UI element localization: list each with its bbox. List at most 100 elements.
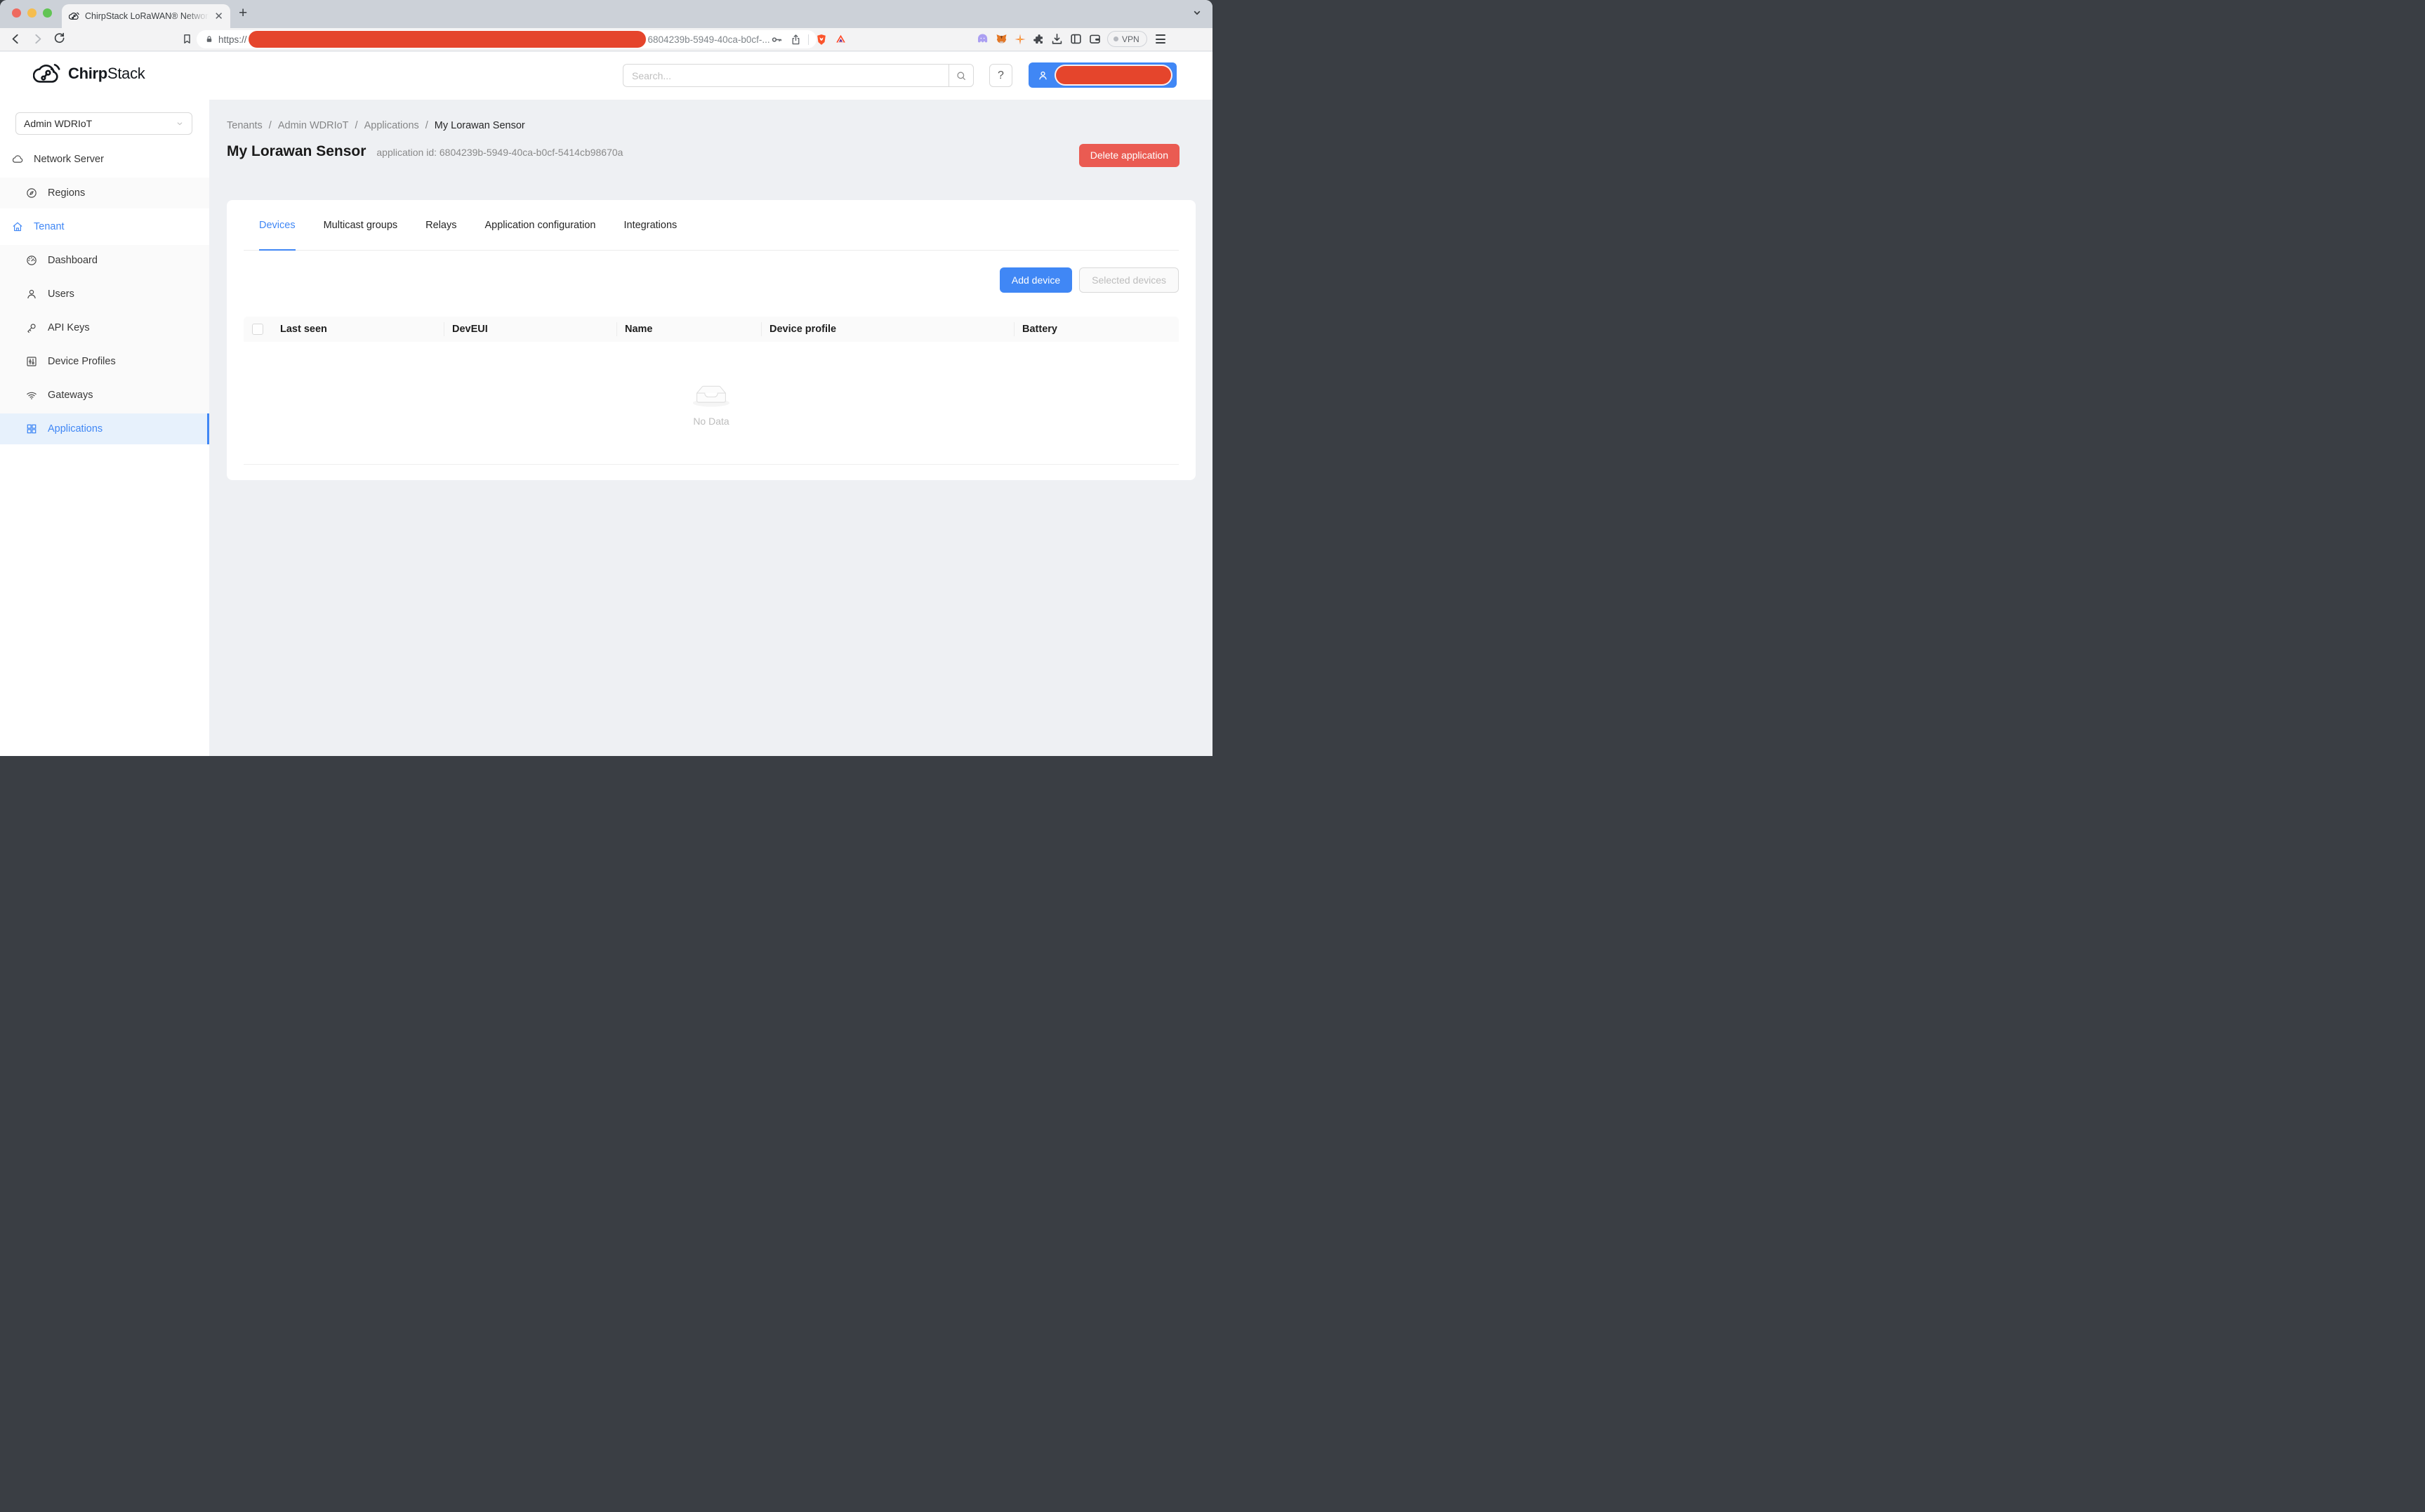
tab-search-chevron-icon[interactable]	[1191, 7, 1203, 18]
password-key-icon[interactable]	[770, 33, 784, 46]
sidebar-item-gateways[interactable]: Gateways	[0, 380, 209, 411]
application-card: Devices Multicast groups Relays Applicat…	[227, 200, 1196, 480]
sidebar-item-label: Users	[48, 289, 74, 300]
sidebar-item-label: Regions	[48, 187, 85, 199]
column-header-name: Name	[616, 317, 761, 342]
chevron-down-icon	[176, 119, 184, 128]
sidebar-item-label: Dashboard	[48, 255, 98, 266]
column-header-deveui: DevEUI	[444, 317, 616, 342]
tab-bar: Devices Multicast groups Relays Applicat…	[244, 200, 1179, 251]
app-header: ChirpStack ?	[0, 52, 1212, 100]
browser-tabstrip: ChirpStack LoRaWAN® Network ✕ +	[0, 0, 1212, 28]
tab-integrations[interactable]: Integrations	[623, 200, 677, 250]
window-minimize-button[interactable]	[27, 8, 37, 18]
key-icon	[25, 321, 38, 334]
breadcrumb-link-applications[interactable]: Applications	[364, 120, 419, 131]
new-tab-button[interactable]: +	[239, 6, 247, 20]
sidebar-menu: Network Server Regions Tenant	[0, 144, 209, 447]
sidebar: Admin WDRIoT Network Server Regions	[0, 100, 209, 756]
device-table-header: Last seen DevEUI Name Device profile Bat…	[244, 317, 1179, 342]
column-header-last-seen: Last seen	[272, 317, 444, 342]
search-button[interactable]	[949, 64, 974, 87]
brand-name: ChirpStack	[68, 65, 145, 83]
brave-wallet-icon[interactable]	[1088, 32, 1102, 46]
tenant-select-value: Admin WDRIoT	[24, 118, 92, 129]
tab-close-icon[interactable]: ✕	[214, 11, 223, 22]
phantom-extension-icon[interactable]	[976, 32, 989, 46]
user-icon	[1037, 69, 1049, 81]
omnibox-divider	[808, 34, 809, 45]
sidebar-panel-icon[interactable]	[1069, 32, 1083, 46]
bookmark-icon[interactable]	[181, 32, 193, 46]
breadcrumb-link-tenant[interactable]: Admin WDRIoT	[278, 120, 349, 131]
address-bar[interactable]: https:// 6804239b-5949-40ca-b0cf-...	[197, 30, 817, 48]
table-bottom-border	[244, 464, 1179, 465]
window-zoom-button[interactable]	[43, 8, 52, 18]
forward-button	[30, 32, 45, 46]
downloads-icon[interactable]	[1050, 32, 1064, 46]
tab-relays[interactable]: Relays	[425, 200, 456, 250]
tab-multicast-groups[interactable]: Multicast groups	[324, 200, 398, 250]
appstore-grid-icon	[25, 423, 38, 435]
user-icon	[25, 288, 38, 300]
selected-devices-button: Selected devices	[1079, 267, 1179, 293]
sidebar-item-tenant[interactable]: Tenant	[0, 211, 209, 242]
window-close-button[interactable]	[12, 8, 21, 18]
chirpstack-logo[interactable]: ChirpStack	[33, 63, 145, 84]
url-text: 6804239b-5949-40ca-b0cf-...	[648, 34, 770, 45]
empty-box-icon	[689, 380, 734, 409]
spark-extension-icon[interactable]	[1014, 33, 1026, 46]
sidebar-item-regions[interactable]: Regions	[0, 178, 209, 208]
tenant-submenu: Dashboard Users API Keys	[0, 245, 209, 444]
window-controls[interactable]	[12, 8, 52, 18]
tab-devices[interactable]: Devices	[259, 200, 296, 250]
network-server-submenu: Regions	[0, 178, 209, 208]
sidebar-item-label: API Keys	[48, 322, 90, 333]
back-button[interactable]	[8, 32, 23, 46]
sidebar-item-dashboard[interactable]: Dashboard	[0, 245, 209, 276]
home-icon	[11, 220, 24, 233]
browser-toolbar: https:// 6804239b-5949-40ca-b0cf-...	[0, 28, 1212, 51]
browser-tab[interactable]: ChirpStack LoRaWAN® Network ✕	[62, 4, 230, 28]
cloud-icon	[11, 153, 24, 166]
delete-application-button[interactable]: Delete application	[1079, 144, 1180, 167]
brave-vpn-button[interactable]: VPN	[1107, 31, 1147, 47]
chirpstack-cloud-icon	[33, 63, 62, 84]
no-data-text: No Data	[693, 416, 729, 427]
username-redaction-overlay	[1055, 65, 1172, 86]
share-icon[interactable]	[790, 33, 802, 46]
metamask-extension-icon[interactable]	[995, 32, 1008, 46]
page-title: My Lorawan Sensor	[227, 143, 366, 160]
extensions-puzzle-icon[interactable]	[1032, 33, 1045, 46]
breadcrumb-separator: /	[269, 120, 272, 131]
chirpstack-app: ChirpStack ? Admin WDRIoT	[0, 52, 1212, 756]
sidebar-item-label: Tenant	[34, 221, 65, 232]
search-input[interactable]	[623, 64, 949, 87]
tab-application-configuration[interactable]: Application configuration	[484, 200, 595, 250]
chirpstack-favicon-icon	[69, 12, 80, 20]
tenant-select[interactable]: Admin WDRIoT	[15, 112, 192, 135]
help-button[interactable]: ?	[989, 64, 1012, 87]
sidebar-item-device-profiles[interactable]: Device Profiles	[0, 346, 209, 377]
brave-shield-icon[interactable]	[815, 33, 828, 46]
select-all-checkbox[interactable]	[252, 324, 263, 335]
user-menu-button[interactable]	[1029, 62, 1177, 88]
table-actions: Add device Selected devices	[1000, 267, 1179, 293]
column-header-battery: Battery	[1014, 317, 1179, 342]
breadcrumb-link-tenants[interactable]: Tenants	[227, 120, 263, 131]
sidebar-item-network-server[interactable]: Network Server	[0, 144, 209, 175]
lock-icon[interactable]	[205, 34, 213, 44]
sidebar-item-label: Device Profiles	[48, 356, 116, 367]
reload-button[interactable]	[53, 32, 66, 45]
wifi-icon	[25, 389, 38, 402]
sidebar-item-api-keys[interactable]: API Keys	[0, 312, 209, 343]
browser-menu-icon[interactable]	[1156, 34, 1165, 44]
sidebar-item-label: Network Server	[34, 154, 104, 165]
add-device-button[interactable]: Add device	[1000, 267, 1072, 293]
breadcrumb: Tenants / Admin WDRIoT / Applications / …	[227, 120, 525, 131]
sidebar-item-users[interactable]: Users	[0, 279, 209, 310]
brave-rewards-bat-icon[interactable]	[834, 33, 847, 46]
sidebar-item-label: Gateways	[48, 390, 93, 401]
application-id-subtitle: application id: 6804239b-5949-40ca-b0cf-…	[376, 147, 623, 158]
sidebar-item-applications[interactable]: Applications	[0, 413, 209, 444]
